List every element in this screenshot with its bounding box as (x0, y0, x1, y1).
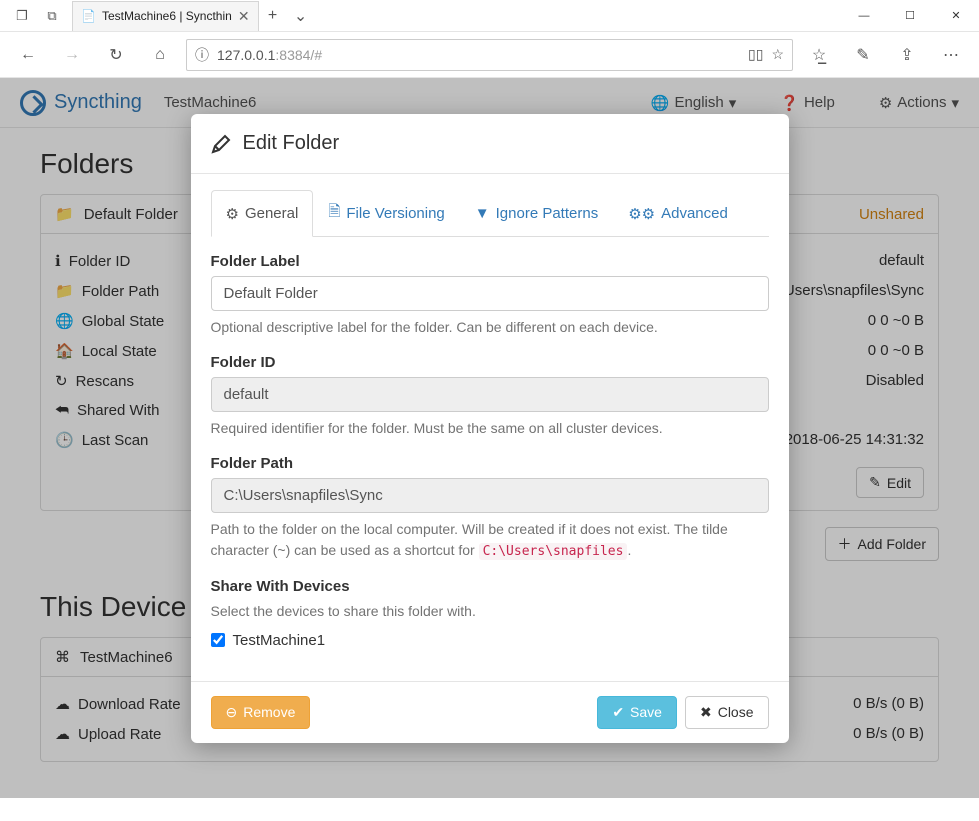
new-tab-button[interactable]: + (259, 7, 287, 25)
tab-title: TestMachine6 | Syncthin (102, 9, 232, 23)
favorites-hub-icon[interactable]: ☆̲ (801, 37, 837, 73)
tab-ignore-patterns[interactable]: ▼Ignore Patterns (460, 190, 613, 236)
tabs-icon[interactable]: ⧉ (38, 2, 66, 30)
modal-footer: ⊖Remove ✔Save ✖Close (191, 681, 789, 743)
minus-circle-icon: ⊖ (226, 704, 238, 721)
settings-icon[interactable]: ⋯ (933, 37, 969, 73)
url-text: 127.0.0.1:8384/# (217, 47, 740, 63)
share-devices-help: Select the devices to share this folder … (211, 601, 769, 622)
tab-chevron-icon[interactable]: ⌄ (287, 6, 315, 26)
close-button[interactable]: ✖Close (685, 696, 769, 729)
window-minimize-button[interactable]: — (841, 0, 887, 32)
folder-label-label: Folder Label (211, 253, 769, 270)
reading-view-icon[interactable]: ▯▯ (748, 46, 763, 63)
home-button[interactable]: ⌂ (142, 37, 178, 73)
folder-label-input[interactable] (211, 276, 769, 311)
site-info-icon[interactable]: ⓘ (195, 45, 209, 65)
remove-button[interactable]: ⊖Remove (211, 696, 311, 729)
share-devices-heading: Share With Devices (211, 578, 769, 595)
forward-button[interactable]: → (54, 37, 90, 73)
refresh-button[interactable]: ↻ (98, 37, 134, 73)
cogs-icon: ⚙⚙ (628, 205, 655, 223)
folder-label-help: Optional descriptive label for the folde… (211, 317, 769, 338)
modal-tabs: ⚙General 🗎File Versioning ▼Ignore Patter… (211, 190, 769, 237)
close-icon: ✖ (700, 704, 712, 721)
browser-tab[interactable]: 📄 TestMachine6 | Syncthin ✕ (72, 1, 259, 31)
modal-header: Edit Folder (191, 114, 789, 174)
favorite-star-icon[interactable]: ☆ (771, 46, 784, 63)
folder-path-label: Folder Path (211, 455, 769, 472)
share-device-checkbox[interactable] (211, 633, 225, 647)
share-device-label: TestMachine1 (233, 632, 326, 649)
edit-folder-modal: Edit Folder ⚙General 🗎File Versioning ▼I… (191, 114, 789, 743)
folder-path-input (211, 478, 769, 513)
pencil-icon (211, 134, 231, 154)
modal-title: Edit Folder (243, 132, 340, 155)
address-bar[interactable]: ⓘ 127.0.0.1:8384/# ▯▯ ☆ (186, 39, 793, 71)
tab-close-icon[interactable]: ✕ (238, 8, 250, 25)
tab-advanced[interactable]: ⚙⚙Advanced (613, 190, 743, 236)
folder-id-input (211, 377, 769, 412)
back-button[interactable]: ← (10, 37, 46, 73)
folder-path-help: Path to the folder on the local computer… (211, 519, 769, 562)
window-titlebar: ❐ ⧉ 📄 TestMachine6 | Syncthin ✕ + ⌄ — ☐ … (0, 0, 979, 32)
window-close-button[interactable]: ✕ (933, 0, 979, 32)
filter-icon: ▼ (475, 205, 490, 222)
gear-icon: ⚙ (226, 205, 239, 223)
folder-id-help: Required identifier for the folder. Must… (211, 418, 769, 439)
sidebar-toggle-icon[interactable]: ❐ (8, 2, 36, 30)
copy-icon: 🗎 (328, 201, 340, 226)
browser-toolbar: ← → ↻ ⌂ ⓘ 127.0.0.1:8384/# ▯▯ ☆ ☆̲ ✎ ⇪ ⋯ (0, 32, 979, 78)
folder-id-label: Folder ID (211, 354, 769, 371)
share-device-row[interactable]: TestMachine1 (211, 632, 769, 649)
tab-favicon: 📄 (81, 9, 96, 23)
notes-icon[interactable]: ✎ (845, 37, 881, 73)
tab-general[interactable]: ⚙General (211, 190, 314, 237)
share-icon[interactable]: ⇪ (889, 37, 925, 73)
save-button[interactable]: ✔Save (597, 696, 677, 729)
modal-backdrop[interactable]: Edit Folder ⚙General 🗎File Versioning ▼I… (0, 78, 979, 798)
window-maximize-button[interactable]: ☐ (887, 0, 933, 32)
check-icon: ✔ (612, 704, 624, 721)
tab-file-versioning[interactable]: 🗎File Versioning (313, 190, 459, 236)
